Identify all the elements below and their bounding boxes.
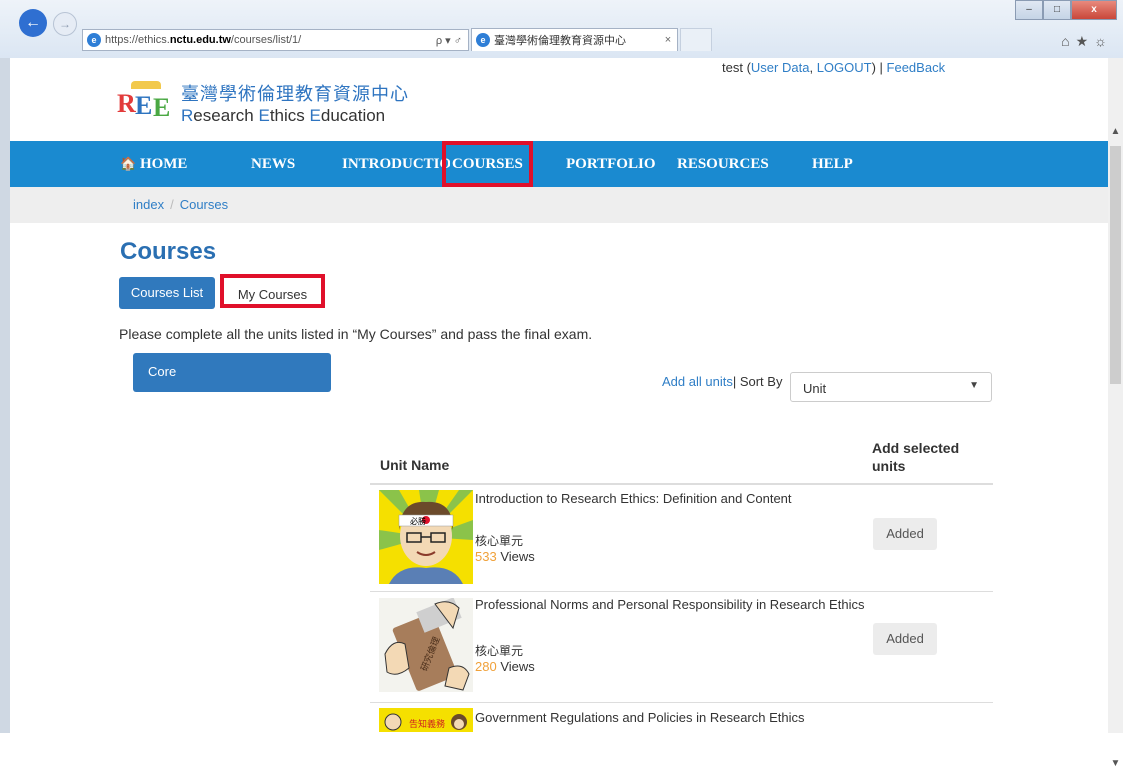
window-frame (0, 58, 10, 733)
toolbar-icons[interactable]: ⌂★☼ (1061, 33, 1113, 50)
new-tab-button[interactable] (680, 28, 712, 51)
unit-title[interactable]: Professional Norms and Personal Responsi… (475, 597, 864, 612)
address-controls[interactable]: ρ ▾ ♂ (422, 34, 468, 47)
page-content: test (User Data, LOGOUT) | FeedBack R E … (10, 58, 1108, 733)
url-text[interactable]: https://ethics.nctu.edu.tw/courses/list/… (105, 34, 422, 46)
unit-title[interactable]: Government Regulations and Policies in R… (475, 710, 805, 725)
scroll-thumb[interactable] (1110, 146, 1121, 384)
table-row[interactable]: 研究倫理 Professional Norms and Personal Res… (370, 591, 993, 703)
arrow-right-icon: → (59, 17, 71, 31)
user-bar: test (User Data, LOGOUT) | FeedBack (722, 60, 946, 75)
col-header-unit-name: Unit Name (380, 457, 450, 473)
nav-introduction[interactable]: INTRODUCTION (342, 141, 450, 187)
vertical-scrollbar[interactable]: ▲ ▼ (1107, 58, 1123, 769)
arrow-left-icon: ← (25, 14, 41, 31)
tab-title: 臺灣學術倫理教育資源中心 (494, 35, 626, 47)
added-button[interactable]: Added (873, 623, 937, 655)
address-bar[interactable]: e https://ethics.nctu.edu.tw/courses/lis… (82, 29, 469, 51)
my-courses-tab[interactable]: My Courses (220, 274, 325, 308)
back-button[interactable]: ← (19, 9, 47, 37)
nav-resources[interactable]: RESOURCES (677, 141, 769, 187)
browser-tab[interactable]: e 臺灣學術倫理教育資源中心 × (471, 28, 678, 51)
unit-thumbnail-image[interactable]: 告知義務 (379, 708, 473, 732)
courses-list-tab[interactable]: Courses List (119, 277, 215, 309)
col-header-add-selected: Add selected units (872, 440, 960, 474)
site-name-en: Research Ethics Education (181, 106, 386, 125)
nav-portfolio[interactable]: PORTFOLIO (566, 141, 655, 187)
ie-icon: e (87, 33, 101, 47)
unit-thumbnail-image[interactable]: 必勝 (379, 490, 473, 584)
scroll-down-icon[interactable]: ▼ (1110, 756, 1121, 772)
nav-courses[interactable]: COURSES (442, 141, 533, 187)
tab-favicon-icon: e (476, 33, 490, 47)
unit-views: 280 Views (475, 659, 535, 674)
nav-help[interactable]: HELP (812, 141, 853, 187)
scroll-up-icon[interactable]: ▲ (1110, 124, 1121, 140)
page-title: Courses (120, 238, 217, 265)
ree-logo-icon: R E E (117, 81, 173, 125)
nav-news[interactable]: NEWS (251, 141, 295, 187)
window-controls: – □ x (1015, 0, 1117, 20)
main-navbar: 🏠 HOME NEWS INTRODUCTION COURSES PORTFOL… (10, 141, 1108, 187)
breadcrumb: index / Courses (10, 187, 1108, 223)
unit-views: 533 Views (475, 549, 535, 564)
username: test (722, 60, 743, 75)
svg-text:必勝: 必勝 (410, 516, 426, 526)
site-logo[interactable]: R E E 臺灣學術倫理教育資源中心 Research Ethics Educa… (117, 80, 409, 126)
table-row[interactable]: 必勝 Introduction to Research Ethics: Defi… (370, 485, 993, 592)
browser-chrome: ← → e https://ethics.nctu.edu.tw/courses… (0, 0, 1123, 59)
added-button[interactable]: Added (873, 518, 937, 550)
unit-category: 核心單元 (475, 534, 524, 548)
instruction-text: Please complete all the units listed in … (119, 326, 593, 342)
minimize-button[interactable]: – (1015, 0, 1043, 20)
unit-title[interactable]: Introduction to Research Ethics: Definit… (475, 491, 792, 506)
unit-category: 核心單元 (475, 644, 524, 658)
user-data-link[interactable]: User Data (751, 60, 810, 75)
tab-close-icon[interactable]: × (659, 34, 677, 46)
site-name-zh: 臺灣學術倫理教育資源中心 (181, 84, 409, 104)
breadcrumb-courses-link[interactable]: Courses (180, 197, 228, 212)
core-category-panel[interactable]: Core (133, 353, 331, 392)
sort-by-select[interactable]: Unit ▼ (790, 372, 992, 402)
svg-text:告知義務: 告知義務 (409, 718, 445, 730)
forward-button[interactable]: → (53, 12, 77, 36)
sort-row: Add all units | Sort By (662, 374, 783, 389)
table-row[interactable]: 告知義務 Government Regulations and Policies… (370, 702, 993, 733)
unit-thumbnail-image[interactable]: 研究倫理 (379, 598, 473, 692)
add-all-units-link[interactable]: Add all units (662, 374, 733, 389)
home-icon: 🏠 (120, 156, 137, 171)
close-window-button[interactable]: x (1071, 0, 1117, 20)
feedback-link[interactable]: FeedBack (887, 60, 946, 75)
maximize-button[interactable]: □ (1043, 0, 1071, 20)
caret-down-icon: ▼ (969, 380, 979, 391)
logout-link[interactable]: LOGOUT (817, 60, 872, 75)
breadcrumb-index-link[interactable]: index (133, 197, 164, 212)
nav-home[interactable]: 🏠 HOME (120, 141, 187, 187)
